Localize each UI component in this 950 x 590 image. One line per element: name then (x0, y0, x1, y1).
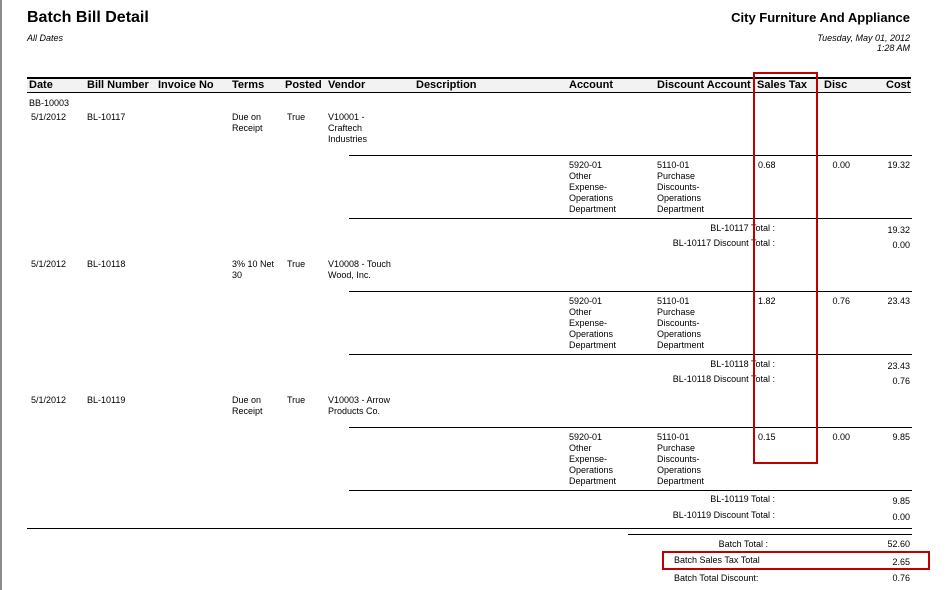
col-bill-number: Bill Number (87, 79, 149, 91)
batch-total: 52.60 (887, 539, 910, 549)
line-sales-tax: 0.15 (758, 432, 776, 442)
bill-total: 23.43 (887, 361, 910, 371)
line-discount-account: 5110-01 Purchase Discounts- Operations D… (657, 160, 705, 214)
bill-posted: True (287, 259, 306, 269)
col-account: Account (569, 79, 613, 91)
line-discount-account: 5110-01 Purchase Discounts- Operations D… (657, 432, 705, 486)
line-separator (349, 291, 912, 292)
company-name: City Furniture And Appliance (731, 10, 910, 25)
batch-id: BB-10003 (29, 98, 70, 108)
batch-discount-label: Batch Total Discount: (674, 573, 759, 583)
bill-terms: Due on Receipt (232, 112, 263, 133)
line-discount-account: 5110-01 Purchase Discounts- Operations D… (657, 296, 705, 350)
line-cost: 9.85 (892, 432, 910, 442)
col-terms: Terms (232, 79, 265, 91)
bill-terms: 3% 10 Net 30 (232, 259, 275, 280)
col-vendor: Vendor (328, 79, 366, 91)
line-separator (349, 155, 912, 156)
bill-discount-total: 0.00 (892, 512, 910, 522)
line-separator (349, 218, 912, 219)
bill-vendor: V10003 - Arrow Products Co. (328, 395, 391, 416)
col-cost: Cost (886, 79, 911, 91)
line-disc: 0.00 (832, 432, 850, 442)
col-invoice-no: Invoice No (158, 79, 214, 91)
bill-discount-total: 0.76 (892, 376, 910, 386)
bill-vendor: V10001 - Craftech Industries (328, 112, 368, 144)
bill-number: BL-10117 (87, 112, 126, 122)
bill-vendor: V10008 - Touch Wood, Inc. (328, 259, 391, 280)
report-date-range: All Dates (27, 33, 64, 43)
bill-date: 5/1/2012 (31, 112, 67, 122)
bill-date: 5/1/2012 (31, 395, 67, 405)
bill-date: 5/1/2012 (31, 259, 67, 269)
bill-number: BL-10119 (87, 395, 126, 405)
bill-total-label: BL-10118 Total : (710, 359, 775, 369)
col-discount-account: Discount Account (657, 79, 751, 91)
bill-total-label: BL-10119 Total : (710, 494, 775, 504)
bill-terms: Due on Receipt (232, 395, 263, 416)
window-left-border (0, 0, 2, 590)
bill-discount-total-label: BL-10117 Discount Total : (672, 238, 775, 248)
line-cost: 23.43 (887, 296, 910, 306)
batch-total-separator (628, 534, 912, 535)
report-time: 1:28 AM (876, 43, 910, 53)
report-title: Batch Bill Detail (27, 9, 149, 26)
bill-total: 9.85 (892, 496, 910, 506)
line-separator (349, 354, 912, 355)
batch-separator (27, 528, 912, 529)
col-posted: Posted (285, 79, 322, 91)
col-date: Date (29, 79, 53, 91)
line-disc: 0.00 (832, 160, 850, 170)
col-description: Description (416, 79, 477, 91)
batch-sales-tax-total: 2.65 (892, 557, 910, 567)
line-separator (349, 490, 912, 491)
bill-discount-total-label: BL-10119 Discount Total : (672, 510, 775, 520)
report-date: Tuesday, May 01, 2012 (817, 33, 910, 43)
line-sales-tax: 1.82 (758, 296, 776, 306)
bill-total: 19.32 (887, 225, 910, 235)
line-cost: 19.32 (887, 160, 910, 170)
bill-posted: True (287, 395, 306, 405)
bill-posted: True (287, 112, 306, 122)
batch-sales-tax-label: Batch Sales Tax Total (674, 555, 760, 565)
line-account: 5920-01 Other Expense- Operations Depart… (569, 296, 617, 350)
line-account: 5920-01 Other Expense- Operations Depart… (569, 160, 617, 214)
line-separator (349, 427, 912, 428)
bill-total-label: BL-10117 Total : (710, 223, 775, 233)
line-account: 5920-01 Other Expense- Operations Depart… (569, 432, 617, 486)
line-disc: 0.76 (832, 296, 850, 306)
line-sales-tax: 0.68 (758, 160, 776, 170)
sales-tax-column-highlight (753, 72, 818, 464)
bill-discount-total: 0.00 (892, 240, 910, 250)
batch-discount-total: 0.76 (892, 573, 910, 583)
batch-total-label: Batch Total : (718, 539, 768, 549)
bill-discount-total-label: BL-10118 Discount Total : (672, 374, 775, 384)
col-disc: Disc (824, 79, 848, 91)
bill-number: BL-10118 (87, 259, 126, 269)
col-sales-tax: Sales Tax (757, 79, 807, 91)
